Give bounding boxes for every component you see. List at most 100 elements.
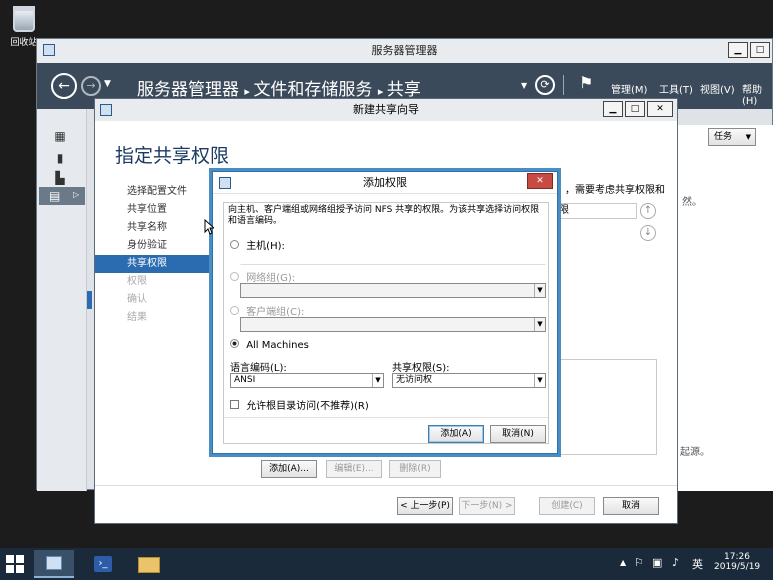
- start-button[interactable]: [0, 550, 30, 578]
- step-share-permissions[interactable]: 共享权限: [95, 255, 215, 273]
- previous-button[interactable]: < 上一步(P): [397, 497, 453, 515]
- wizard-app-icon: [100, 104, 112, 116]
- tasks-label: 任务: [714, 132, 733, 142]
- breadcrumb-item-server-manager[interactable]: 服务器管理器: [137, 80, 239, 100]
- step-indicator: [87, 291, 92, 309]
- notifications-flag-icon[interactable]: ⚑: [579, 73, 593, 92]
- breadcrumb-item-shares[interactable]: 共享: [387, 80, 421, 100]
- step-select-profile[interactable]: 选择配置文件: [127, 183, 187, 201]
- dialog-cancel-button[interactable]: 取消(N): [490, 425, 546, 443]
- breadcrumb-item-file-storage[interactable]: 文件和存储服务: [253, 80, 372, 100]
- refresh-icon[interactable]: ⟳: [535, 75, 555, 95]
- host-radio[interactable]: [230, 240, 239, 249]
- sidebar-item-file-storage[interactable]: ▤ ▷: [39, 187, 85, 205]
- server-manager-taskbar-icon: [46, 556, 62, 570]
- all-machines-option[interactable]: All Machines: [230, 339, 309, 351]
- step-share-name[interactable]: 共享名称: [127, 219, 167, 237]
- step-permissions: 权限: [127, 276, 147, 287]
- info-text: ，需要考虑共享权限和: [565, 185, 665, 196]
- dialog-titlebar: 添加权限 ✕: [213, 172, 557, 194]
- taskbar-server-manager[interactable]: [34, 550, 74, 578]
- step-confirmation: 确认: [127, 294, 147, 305]
- show-hidden-icons[interactable]: ▲: [620, 558, 626, 567]
- dialog-app-icon: [219, 177, 231, 189]
- all-servers-icon[interactable]: ▙: [51, 171, 69, 185]
- wizard-minimize-button[interactable]: ▁: [603, 101, 623, 117]
- client-group-select: ▼: [240, 317, 546, 332]
- maximize-button[interactable]: □: [750, 42, 770, 58]
- menu-manage[interactable]: 管理(M): [611, 81, 647, 96]
- client-group-option: 客户端组(C):: [230, 303, 304, 318]
- encoding-value: ANSI: [234, 375, 256, 385]
- step-authentication[interactable]: 身份验证: [127, 237, 167, 255]
- wizard-titlebar: 新建共享向导 ▁ □ ✕: [95, 99, 677, 121]
- permission-label: 共享权限(S):: [392, 363, 450, 374]
- right-text-2: 起源。: [680, 447, 710, 458]
- encoding-label: 语言编码(L):: [230, 363, 287, 374]
- wizard-title: 新建共享向导: [353, 103, 419, 116]
- powershell-icon: ›_: [94, 556, 112, 572]
- wizard-maximize-button[interactable]: □: [625, 101, 645, 117]
- allow-root-checkbox[interactable]: [230, 400, 239, 409]
- host-input[interactable]: [240, 251, 546, 265]
- tasks-panel: 任务 ▼ 然。 起源。: [677, 125, 773, 491]
- dialog-add-button[interactable]: 添加(A): [428, 425, 484, 443]
- recycle-bin-icon: [13, 6, 35, 32]
- taskbar-file-explorer[interactable]: [128, 550, 168, 578]
- dropdown-icon[interactable]: ▼: [521, 81, 527, 90]
- add-permission-button[interactable]: 添加(A)...: [261, 460, 317, 478]
- permission-select[interactable]: 无访问权 ▼: [392, 373, 546, 388]
- action-center-icon[interactable]: ⚐: [634, 556, 644, 569]
- menu-help[interactable]: 帮助(H): [742, 81, 772, 107]
- history-dropdown-icon[interactable]: ▼: [104, 79, 111, 89]
- server-manager-title: 服务器管理器: [371, 44, 438, 57]
- tasks-dropdown[interactable]: 任务 ▼: [708, 128, 756, 146]
- taskbar-powershell[interactable]: ›_: [82, 550, 122, 578]
- netgroup-radio: [230, 272, 239, 281]
- chevron-down-icon: ▼: [372, 374, 383, 387]
- cancel-button[interactable]: 取消: [603, 497, 659, 515]
- permission-value: 无访问权: [396, 375, 433, 385]
- back-button[interactable]: ←: [51, 73, 77, 99]
- volume-icon[interactable]: ♪: [672, 556, 679, 569]
- clock[interactable]: 17:26 2019/5/19: [714, 552, 760, 572]
- netgroup-option: 网络组(G):: [230, 269, 295, 284]
- host-option[interactable]: 主机(H):: [230, 237, 285, 252]
- allow-root-option[interactable]: 允许根目录访问(不推荐)(R): [230, 397, 369, 412]
- clock-time: 17:26: [724, 552, 750, 562]
- permissions-list-header: 限: [555, 203, 637, 219]
- dialog-description: 向主机、客户端组或网络组授予访问 NFS 共享的权限。为该共享选择访问权限和语言…: [228, 205, 540, 226]
- encoding-select[interactable]: ANSI ▼: [230, 373, 384, 388]
- dialog-title: 添加权限: [363, 176, 407, 189]
- all-machines-radio[interactable]: [230, 339, 239, 348]
- move-down-icon[interactable]: ↓: [640, 225, 656, 241]
- wizard-close-button[interactable]: ✕: [647, 101, 673, 117]
- taskbar: ›_ ▲ ⚐ ▣ ♪ 英 17:26 2019/5/19: [0, 548, 773, 580]
- network-icon[interactable]: ▣: [652, 556, 662, 569]
- clock-date: 2019/5/19: [714, 562, 761, 572]
- dialog-close-button[interactable]: ✕: [527, 173, 553, 189]
- client-group-radio: [230, 306, 239, 315]
- breadcrumb: 服务器管理器 ▸ 文件和存储服务 ▸ 共享: [137, 75, 421, 100]
- breadcrumb-separator-icon: ▸: [377, 85, 387, 98]
- local-server-icon[interactable]: ▮: [51, 151, 69, 165]
- minimize-button[interactable]: ▁: [728, 42, 748, 58]
- server-manager-titlebar: 服务器管理器 ▁ □: [37, 39, 772, 63]
- sidebar: ▦ ▮ ▙ ▤ ▷: [37, 109, 87, 491]
- dashboard-icon[interactable]: ▦: [51, 129, 69, 143]
- chevron-down-icon: ▼: [534, 318, 545, 331]
- separator: [563, 75, 564, 95]
- dialog-body: 向主机、客户端组或网络组授予访问 NFS 共享的权限。为该共享选择访问权限和语言…: [223, 202, 549, 444]
- create-button: 创建(C): [539, 497, 595, 515]
- chevron-down-icon: ▼: [745, 133, 751, 141]
- move-up-icon[interactable]: ↑: [640, 203, 656, 219]
- step-share-location[interactable]: 共享位置: [127, 201, 167, 219]
- mouse-cursor-icon: [204, 219, 214, 235]
- menu-tools[interactable]: 工具(T): [659, 81, 693, 96]
- input-language-indicator[interactable]: 英: [692, 556, 703, 572]
- forward-button[interactable]: →: [81, 76, 101, 96]
- allow-root-label: 允许根目录访问(不推荐)(R): [246, 401, 369, 412]
- menu-view[interactable]: 视图(V): [700, 81, 735, 96]
- step-results: 结果: [127, 312, 147, 323]
- all-machines-label: All Machines: [246, 340, 309, 351]
